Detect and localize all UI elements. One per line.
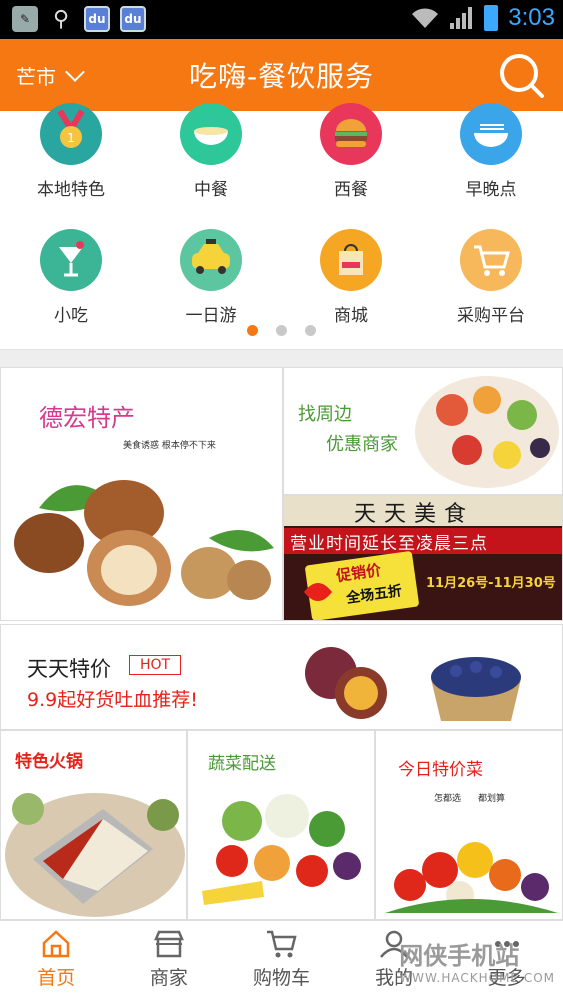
notification-icon: ✎ <box>12 6 38 32</box>
promo-title: 德宏特产 <box>39 404 135 432</box>
section-divider <box>0 349 563 368</box>
passion-fruit-image <box>305 647 387 719</box>
category-day-trip[interactable]: 一日游 <box>141 229 281 326</box>
category-snacks[interactable]: 小吃 <box>1 229 141 326</box>
category-label: 中餐 <box>194 180 228 200</box>
medal-icon: 1 <box>40 103 102 165</box>
opening-hours-banner: 营业时间延长至凌晨三点 <box>290 534 488 554</box>
hot-badge: HOT <box>129 655 182 675</box>
wifi-icon <box>412 8 439 28</box>
shopping-bag-icon <box>320 229 382 291</box>
category-label: 小吃 <box>54 306 88 326</box>
blueberry-basket-image <box>431 657 521 721</box>
nav-merchants[interactable]: 商家 <box>113 921 226 1002</box>
promo-title: 天天特价 <box>27 657 111 681</box>
watermark-url: WWW.HACKHOME.COM <box>399 971 555 985</box>
vegetables-image <box>202 794 361 905</box>
hotpot-image <box>5 793 185 917</box>
status-bar: ✎ ⚲ du du 3:03 <box>0 0 563 39</box>
promo-title-line2: 优惠商家 <box>326 434 398 455</box>
search-status-icon: ⚲ <box>52 6 70 32</box>
nuts-image <box>14 480 274 606</box>
carousel-dot[interactable] <box>305 325 316 336</box>
promo-subtitle: 美食诱惑 根本停不下来 <box>123 441 216 451</box>
home-icon <box>43 930 70 958</box>
food-platter-image <box>415 376 559 488</box>
promo-sub2: 都划算 <box>478 794 506 804</box>
nav-label: 购物车 <box>252 967 310 989</box>
promo-sub1: 怎都选 <box>434 794 462 804</box>
baidu-paw-icon: du <box>84 6 110 32</box>
promo-hotpot[interactable]: 特色火锅 <box>0 730 187 920</box>
category-chinese-food[interactable]: 中餐 <box>141 103 281 200</box>
shop-sign: 天天美食 <box>354 502 475 527</box>
battery-icon <box>484 5 499 31</box>
store-icon <box>153 930 184 958</box>
status-time: 3:03 <box>508 4 555 31</box>
promo-dehong-specialty[interactable]: 德宏特产 美食诱惑 根本停不下来 <box>0 367 283 621</box>
carousel-indicator <box>0 325 563 336</box>
category-label: 本地特色 <box>37 180 105 200</box>
promo-daily-deals[interactable]: 天天特价 HOT 9.9起好货吐血推荐! <box>0 624 563 730</box>
burger-icon <box>320 103 382 165</box>
category-purchase-platform[interactable]: 采购平台 <box>421 229 561 326</box>
category-label: 商城 <box>334 306 368 326</box>
taxi-icon <box>180 229 242 291</box>
category-local-specialty[interactable]: 1 本地特色 <box>1 103 141 200</box>
cocktail-icon <box>40 229 102 291</box>
cart-icon <box>460 229 522 291</box>
promo-title-line1: 找周边 <box>298 404 352 425</box>
shopping-cart-icon <box>267 930 298 958</box>
soup-bowl-icon <box>180 103 242 165</box>
nav-label: 商家 <box>149 967 188 989</box>
signal-icon <box>450 7 474 29</box>
svg-text:1: 1 <box>67 131 75 145</box>
app-header: 芒市 吃嗨-餐饮服务 <box>0 39 563 111</box>
carousel-dot[interactable] <box>276 325 287 336</box>
promo-dates: 11月26号-11月30号 <box>426 576 556 591</box>
nav-label: 首页 <box>37 967 76 989</box>
category-label: 采购平台 <box>457 306 525 326</box>
category-label: 西餐 <box>334 180 368 200</box>
noodle-bowl-icon <box>460 103 522 165</box>
baidu-paw-icon: du <box>120 6 146 32</box>
promo-nearby-merchants[interactable]: 找周边 优惠商家 <box>283 367 563 495</box>
category-western-food[interactable]: 西餐 <box>281 103 421 200</box>
watermark: 网侠手机站 WWW.HACKHOME.COM <box>399 936 555 985</box>
vegetables-pile-image <box>385 842 558 913</box>
promo-title: 今日特价菜 <box>398 760 483 780</box>
promo-tiantian-restaurant[interactable]: 天天美食 营业时间延长至凌晨三点 促销价 全场五折 11月26号-11月30号 <box>283 495 563 621</box>
nav-home[interactable]: 首页 <box>0 921 113 1002</box>
category-grid: 1 本地特色 中餐 西餐 早晚点 小吃 一日游 商城 采购平台 <box>0 103 563 349</box>
promo-title: 蔬菜配送 <box>208 754 276 774</box>
category-label: 早晚点 <box>465 180 517 200</box>
promo-today-veg[interactable]: 今日特价菜 怎都选 都划算 <box>375 730 563 920</box>
promo-title: 特色火锅 <box>15 752 83 772</box>
carousel-dot[interactable] <box>247 325 258 336</box>
category-mall[interactable]: 商城 <box>281 229 421 326</box>
promo-veg-delivery[interactable]: 蔬菜配送 <box>187 730 375 920</box>
category-label: 一日游 <box>185 306 237 326</box>
page-title: 吃嗨-餐饮服务 <box>188 60 375 93</box>
thumbs-up-icon <box>304 583 332 601</box>
nav-cart[interactable]: 购物车 <box>225 921 338 1002</box>
watermark-text: 网侠手机站 <box>399 942 520 970</box>
search-icon[interactable] <box>497 51 545 99</box>
category-breakfast-dinner[interactable]: 早晚点 <box>421 103 561 200</box>
promo-subtitle: 9.9起好货吐血推荐! <box>27 689 198 711</box>
